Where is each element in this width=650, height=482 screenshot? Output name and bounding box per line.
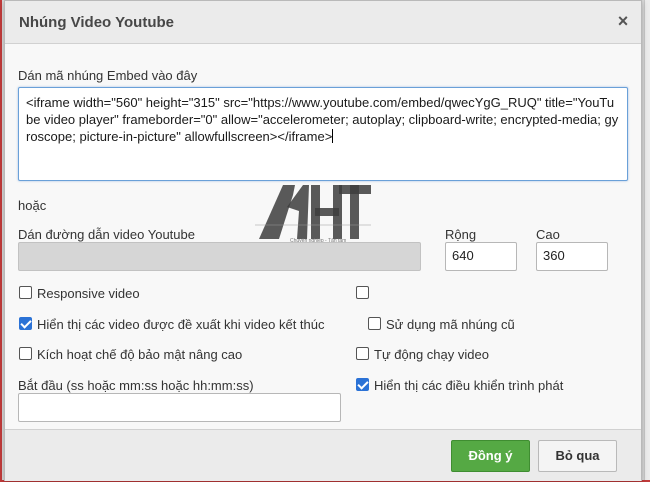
height-input[interactable]: 360 — [536, 242, 608, 271]
embed-code-label: Dán mã nhúng Embed vào đây — [18, 68, 198, 83]
privacy-mode-label: Kích hoạt chế độ bảo mật nâng cao — [37, 347, 243, 362]
start-time-label: Bắt đầu (ss hoặc mm:ss hoặc hh:mm:ss) — [18, 378, 254, 393]
background-frame-left — [0, 0, 2, 482]
width-label: Rộng — [445, 227, 477, 242]
show-controls-label: Hiển thị các điều khiển trình phát — [374, 378, 564, 393]
show-related-videos-checkbox[interactable] — [19, 317, 32, 330]
close-icon[interactable]: × — [613, 11, 633, 31]
unnamed-option-checkbox[interactable] — [356, 286, 369, 299]
dialog-footer: Đồng ý Bỏ qua — [5, 429, 641, 481]
height-label: Cao — [536, 227, 560, 242]
autoplay-label: Tự động chạy video — [374, 347, 489, 362]
or-label: hoặc — [18, 198, 47, 213]
privacy-mode-checkbox[interactable] — [19, 347, 32, 360]
responsive-video-label: Responsive video — [37, 286, 140, 301]
text-caret — [332, 129, 334, 143]
page-scrollbar[interactable] — [644, 0, 650, 482]
width-input[interactable]: 640 — [445, 242, 517, 271]
url-label: Dán đường dẫn video Youtube — [18, 227, 195, 242]
dialog-titlebar[interactable]: Nhúng Video Youtube × — [5, 1, 641, 44]
video-url-input[interactable] — [18, 242, 421, 271]
cancel-button[interactable]: Bỏ qua — [538, 440, 617, 472]
embed-code-text: <iframe width="560" height="315" src="ht… — [26, 95, 619, 144]
show-controls-checkbox[interactable] — [356, 378, 369, 391]
show-related-videos-label: Hiển thị các video được đề xuất khi vide… — [37, 317, 325, 332]
autoplay-checkbox[interactable] — [356, 347, 369, 360]
dialog-title: Nhúng Video Youtube — [19, 14, 174, 31]
responsive-video-checkbox[interactable] — [19, 286, 32, 299]
start-time-input[interactable] — [18, 393, 341, 422]
old-embed-code-label: Sử dụng mã nhúng cũ — [386, 317, 515, 332]
old-embed-code-checkbox[interactable] — [368, 317, 381, 330]
ok-button[interactable]: Đồng ý — [451, 440, 530, 472]
youtube-embed-dialog: Nhúng Video Youtube × Dán mã nhúng Embed… — [4, 0, 642, 481]
embed-code-textarea[interactable]: <iframe width="560" height="315" src="ht… — [18, 87, 628, 181]
